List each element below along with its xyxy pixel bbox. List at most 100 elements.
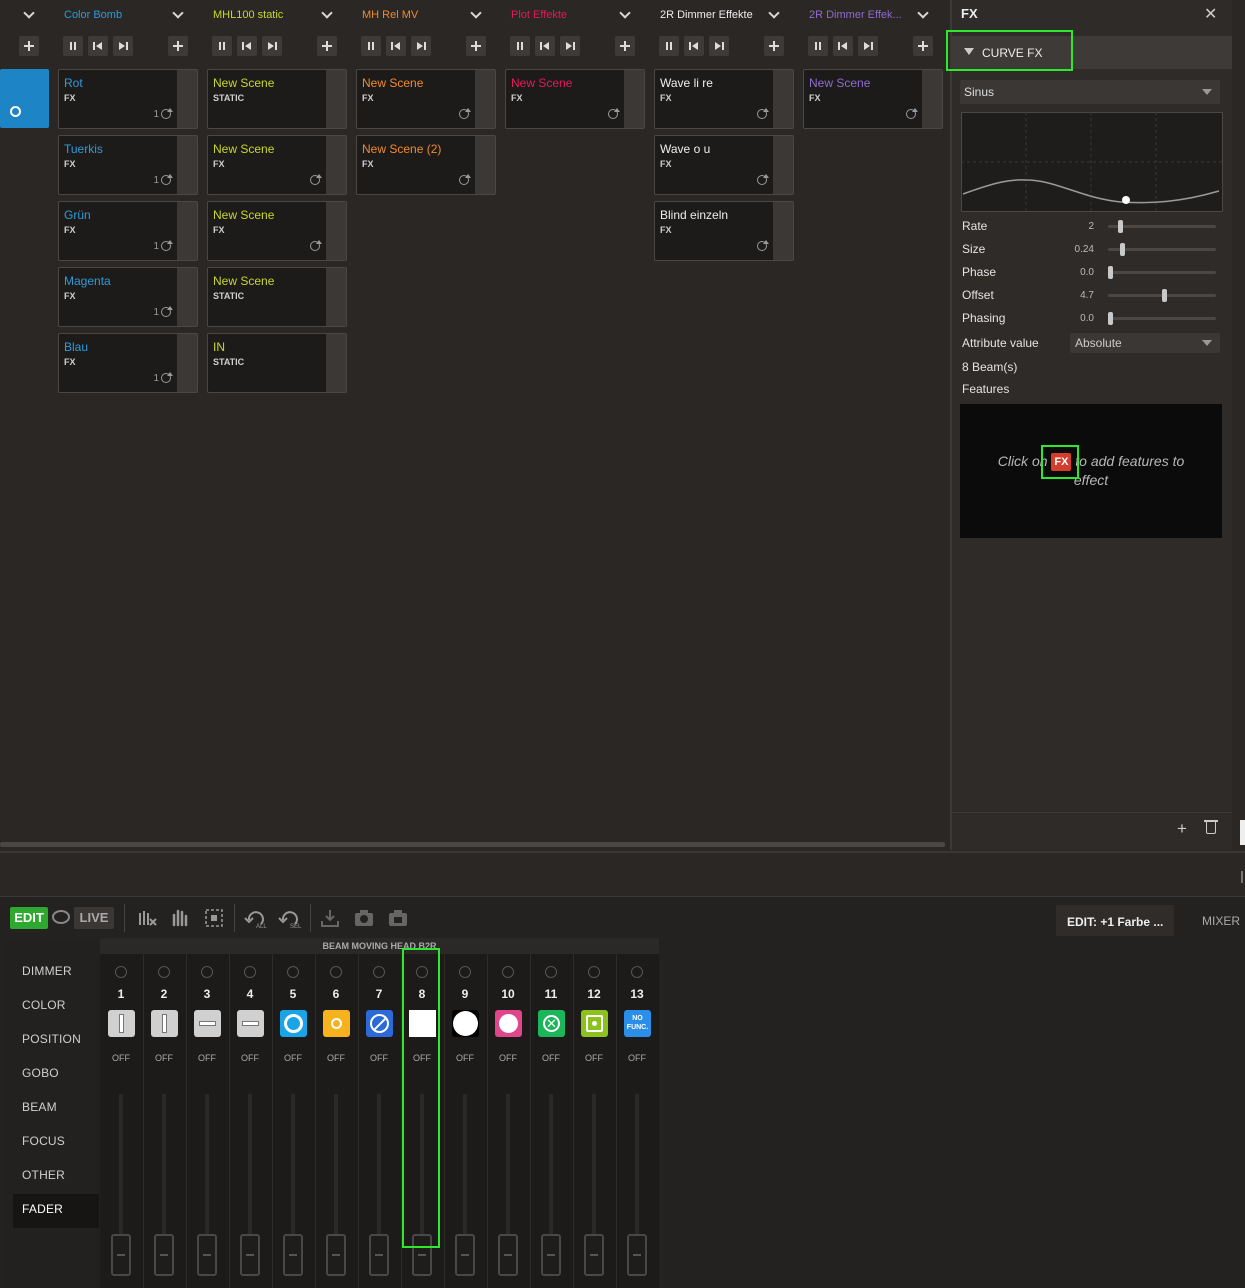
category-other[interactable]: OTHER — [22, 1168, 65, 1182]
fader-thumb[interactable] — [627, 1234, 647, 1276]
scene-card-handle[interactable] — [177, 136, 197, 194]
fader-thumb[interactable] — [111, 1234, 131, 1276]
scene-card[interactable]: New Scene FX — [207, 135, 347, 195]
add-scene-button[interactable] — [764, 36, 784, 56]
add-scene-button[interactable] — [168, 36, 188, 56]
scene-card-handle[interactable] — [326, 136, 346, 194]
channel-select-led[interactable] — [158, 966, 170, 978]
scene-card[interactable]: New Scene (2) FX — [356, 135, 496, 195]
category-dimmer[interactable]: DIMMER — [22, 964, 72, 978]
scene-card[interactable]: Rot FX 1 — [58, 69, 198, 129]
param-value-phase[interactable]: 0.0 — [1072, 267, 1094, 278]
edit-button[interactable]: EDIT — [10, 907, 48, 929]
fader-track[interactable] — [463, 1094, 467, 1234]
scene-card-handle[interactable] — [177, 70, 197, 128]
scene-card-handle[interactable] — [773, 202, 793, 260]
pause-button[interactable] — [510, 36, 530, 56]
param-slider-size[interactable] — [1108, 243, 1216, 256]
previous-button[interactable] — [535, 36, 555, 56]
add-scene-button[interactable] — [466, 36, 486, 56]
partial-scene-card[interactable] — [0, 69, 49, 128]
column-title[interactable]: 2R Dimmer Effekte — [660, 9, 753, 21]
slider-knob[interactable] — [1161, 289, 1167, 302]
previous-button[interactable] — [386, 36, 406, 56]
close-icon[interactable]: ✕ — [1204, 4, 1217, 24]
channel-select-led[interactable] — [330, 966, 342, 978]
fader-track[interactable] — [592, 1094, 596, 1234]
add-scene-button[interactable] — [615, 36, 635, 56]
fader-thumb[interactable] — [326, 1234, 346, 1276]
chevron-down-icon[interactable] — [320, 7, 334, 22]
slider-knob[interactable] — [1118, 220, 1124, 233]
chevron-down-icon[interactable] — [469, 7, 483, 22]
channel-select-led[interactable] — [244, 966, 256, 978]
fader-track[interactable] — [377, 1094, 381, 1234]
param-value-size[interactable]: 0.24 — [1072, 244, 1094, 255]
next-button[interactable] — [113, 36, 133, 56]
fader-track[interactable] — [162, 1094, 166, 1234]
scene-card-handle[interactable] — [624, 70, 644, 128]
preset-icon[interactable] — [387, 907, 409, 929]
store-icon[interactable] — [319, 907, 341, 929]
category-beam[interactable]: BEAM — [22, 1100, 57, 1114]
fader-track[interactable] — [334, 1094, 338, 1234]
fader-thumb[interactable] — [197, 1234, 217, 1276]
channel-select-led[interactable] — [373, 966, 385, 978]
fader-track[interactable] — [635, 1094, 639, 1234]
next-button[interactable] — [709, 36, 729, 56]
scene-card-handle[interactable] — [326, 268, 346, 326]
pause-button[interactable] — [659, 36, 679, 56]
next-button[interactable] — [560, 36, 580, 56]
horizontal-scrollbar[interactable] — [0, 842, 945, 847]
slider-knob[interactable] — [1108, 266, 1113, 279]
previous-button[interactable] — [684, 36, 704, 56]
pause-button[interactable] — [63, 36, 83, 56]
channel-select-led[interactable] — [459, 966, 471, 978]
tab-mixer[interactable]: MIXER — [1202, 914, 1240, 928]
previous-button[interactable] — [88, 36, 108, 56]
scene-card-handle[interactable] — [773, 136, 793, 194]
fader-track[interactable] — [549, 1094, 553, 1234]
slider-knob[interactable] — [1108, 312, 1113, 325]
scene-card[interactable]: New Scene FX — [207, 201, 347, 261]
scene-card-handle[interactable] — [326, 334, 346, 392]
previous-button[interactable] — [833, 36, 853, 56]
camera-icon[interactable] — [353, 907, 375, 929]
scene-card-handle[interactable] — [177, 268, 197, 326]
previous-button[interactable] — [237, 36, 257, 56]
param-value-rate[interactable]: 2 — [1072, 221, 1094, 232]
channel-select-led[interactable] — [201, 966, 213, 978]
param-value-phasing[interactable]: 0.0 — [1072, 313, 1094, 324]
pause-button[interactable] — [212, 36, 232, 56]
chevron-down-icon[interactable] — [22, 7, 36, 22]
next-button[interactable] — [262, 36, 282, 56]
fader-thumb[interactable] — [584, 1234, 604, 1276]
column-title[interactable]: Color Bomb — [64, 9, 122, 21]
clear-fx-icon[interactable] — [136, 907, 158, 929]
scene-card[interactable]: New Scene STATIC — [207, 69, 347, 129]
fader-thumb[interactable] — [498, 1234, 518, 1276]
trash-icon[interactable] — [1206, 822, 1216, 834]
column-title[interactable]: Plot Effekte — [511, 9, 567, 21]
chevron-down-icon[interactable] — [618, 7, 632, 22]
fader-track[interactable] — [248, 1094, 252, 1234]
scene-card[interactable]: Wave o u FX — [654, 135, 794, 195]
column-title[interactable]: MH Rel MV — [362, 9, 418, 21]
scene-card-handle[interactable] — [177, 334, 197, 392]
scene-card[interactable]: Tuerkis FX 1 — [58, 135, 198, 195]
fader-thumb[interactable] — [455, 1234, 475, 1276]
category-position[interactable]: POSITION — [22, 1032, 81, 1046]
pause-button[interactable] — [361, 36, 381, 56]
fader-thumb[interactable] — [154, 1234, 174, 1276]
scene-card[interactable]: Wave li re FX — [654, 69, 794, 129]
channel-select-led[interactable] — [502, 966, 514, 978]
category-color[interactable]: COLOR — [22, 998, 66, 1012]
hand-icon[interactable] — [169, 907, 191, 929]
scene-card[interactable]: IN STATIC — [207, 333, 347, 393]
fader-thumb[interactable] — [283, 1234, 303, 1276]
param-value-offset[interactable]: 4.7 — [1072, 290, 1094, 301]
category-focus[interactable]: FOCUS — [22, 1134, 65, 1148]
chevron-down-icon[interactable] — [916, 7, 930, 22]
attribute-value-select[interactable]: Absolute — [1070, 333, 1220, 353]
scene-card-handle[interactable] — [475, 136, 495, 194]
